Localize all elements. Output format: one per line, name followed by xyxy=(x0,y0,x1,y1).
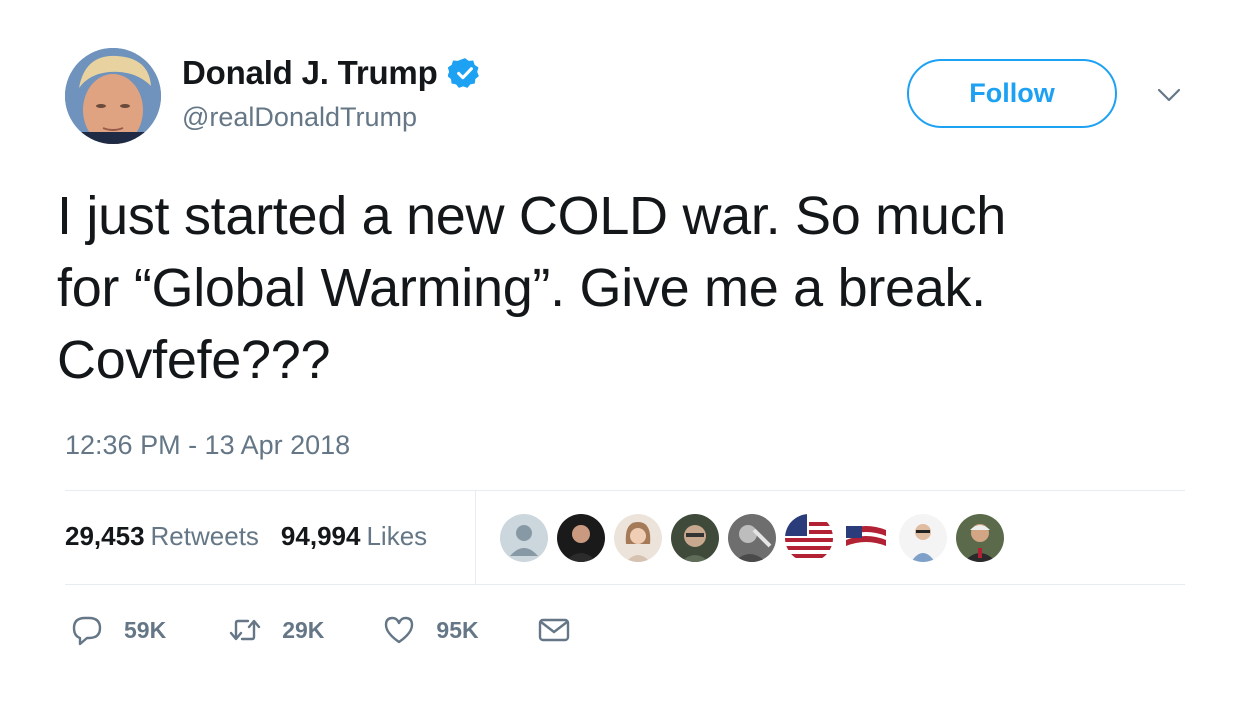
reply-icon xyxy=(72,616,102,646)
likes-stat[interactable]: 94,994 Likes xyxy=(281,521,427,552)
divider xyxy=(65,584,1185,585)
retweets-count: 29,453 xyxy=(65,521,145,551)
author-display-name[interactable]: Donald J. Trump xyxy=(182,54,438,92)
direct-message-button[interactable] xyxy=(537,613,571,647)
like-button[interactable]: 95K xyxy=(382,613,479,647)
tweet-timestamp[interactable]: 12:36 PM - 13 Apr 2018 xyxy=(65,430,350,461)
liker-avatar[interactable] xyxy=(728,514,776,562)
liker-avatars xyxy=(500,514,1004,562)
retweet-count: 29K xyxy=(282,616,325,643)
retweet-button[interactable]: 29K xyxy=(228,613,324,647)
retweet-icon xyxy=(230,619,261,641)
likes-label: Likes xyxy=(366,521,428,551)
liker-avatar[interactable] xyxy=(671,514,719,562)
tweet-text-line: for “Global Warming”. Give me a break. xyxy=(57,258,986,318)
liker-avatar[interactable] xyxy=(899,514,947,562)
liker-avatar[interactable] xyxy=(557,514,605,562)
author-name-row: Donald J. Trump xyxy=(182,54,482,92)
chevron-down-icon[interactable] xyxy=(1156,86,1182,104)
liker-avatar[interactable] xyxy=(500,514,548,562)
like-count: 95K xyxy=(436,616,479,643)
tweet-stats: 29,453 Retweets 94,994 Likes xyxy=(65,521,427,552)
liker-avatar[interactable] xyxy=(785,514,833,562)
retweets-stat[interactable]: 29,453 Retweets xyxy=(65,521,259,552)
reply-count: 59K xyxy=(124,616,167,643)
heart-icon xyxy=(385,616,414,644)
author-avatar[interactable] xyxy=(65,48,161,144)
tweet-text-line: I just started a new COLD war. So much xyxy=(57,186,1006,246)
likes-count: 94,994 xyxy=(280,521,361,551)
reply-button[interactable]: 59K xyxy=(70,613,166,647)
liker-avatar[interactable] xyxy=(842,514,890,562)
verified-badge-icon xyxy=(447,58,479,88)
retweets-label: Retweets xyxy=(150,521,259,551)
mail-icon xyxy=(538,618,569,642)
author-handle[interactable]: @realDonaldTrump xyxy=(182,102,417,133)
liker-avatar[interactable] xyxy=(956,514,1004,562)
divider xyxy=(65,490,1185,491)
avatar-image xyxy=(65,48,161,144)
stats-divider xyxy=(475,491,476,584)
follow-button[interactable]: Follow xyxy=(907,59,1117,128)
liker-avatar[interactable] xyxy=(614,514,662,562)
tweet-actions: 59K 29K 95K xyxy=(70,613,571,647)
tweet-text-line: Covfefe??? xyxy=(57,330,331,390)
tweet-text: I just started a new COLD war. So much f… xyxy=(57,180,1187,396)
